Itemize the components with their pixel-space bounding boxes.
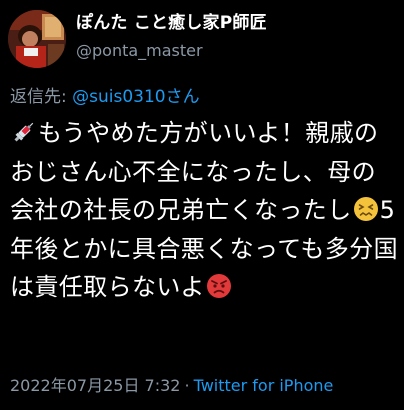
avatar-image (8, 10, 66, 68)
user-handle[interactable]: @ponta_master (76, 40, 267, 62)
tweet-header: ぽんた こと癒し家P師匠 @ponta_master (8, 10, 404, 70)
tweet-footer: 2022年07月25日 7:32 · Twitter for iPhone (10, 376, 333, 396)
display-name[interactable]: ぽんた こと癒し家P師匠 (76, 12, 267, 34)
reply-context: 返信先: @suis0310さん (10, 86, 200, 108)
avatar[interactable] (8, 10, 66, 68)
tweet-card: ぽんた こと癒し家P師匠 @ponta_master 返信先: @suis031… (0, 0, 404, 410)
angry-face-icon (206, 274, 231, 299)
footer-separator: · (184, 376, 190, 395)
user-meta: ぽんた こと癒し家P師匠 @ponta_master (76, 12, 267, 62)
syringe-icon (14, 122, 34, 142)
tweet-text-part1: もうやめた方がいいよ！親戚のおじさん心不全になったし、母の会社の社長の兄弟亡くな… (10, 119, 379, 225)
reply-label: 返信先: (10, 87, 73, 107)
tweet-source-link[interactable]: Twitter for iPhone (194, 376, 334, 395)
reply-target-link[interactable]: @suis0310さん (72, 87, 199, 107)
tweet-timestamp[interactable]: 2022年07月25日 7:32 (10, 376, 180, 395)
tweet-text: もうやめた方がいいよ！親戚のおじさん心不全になったし、母の会社の社長の兄弟亡くな… (10, 114, 400, 307)
confounded-face-icon (353, 197, 378, 222)
